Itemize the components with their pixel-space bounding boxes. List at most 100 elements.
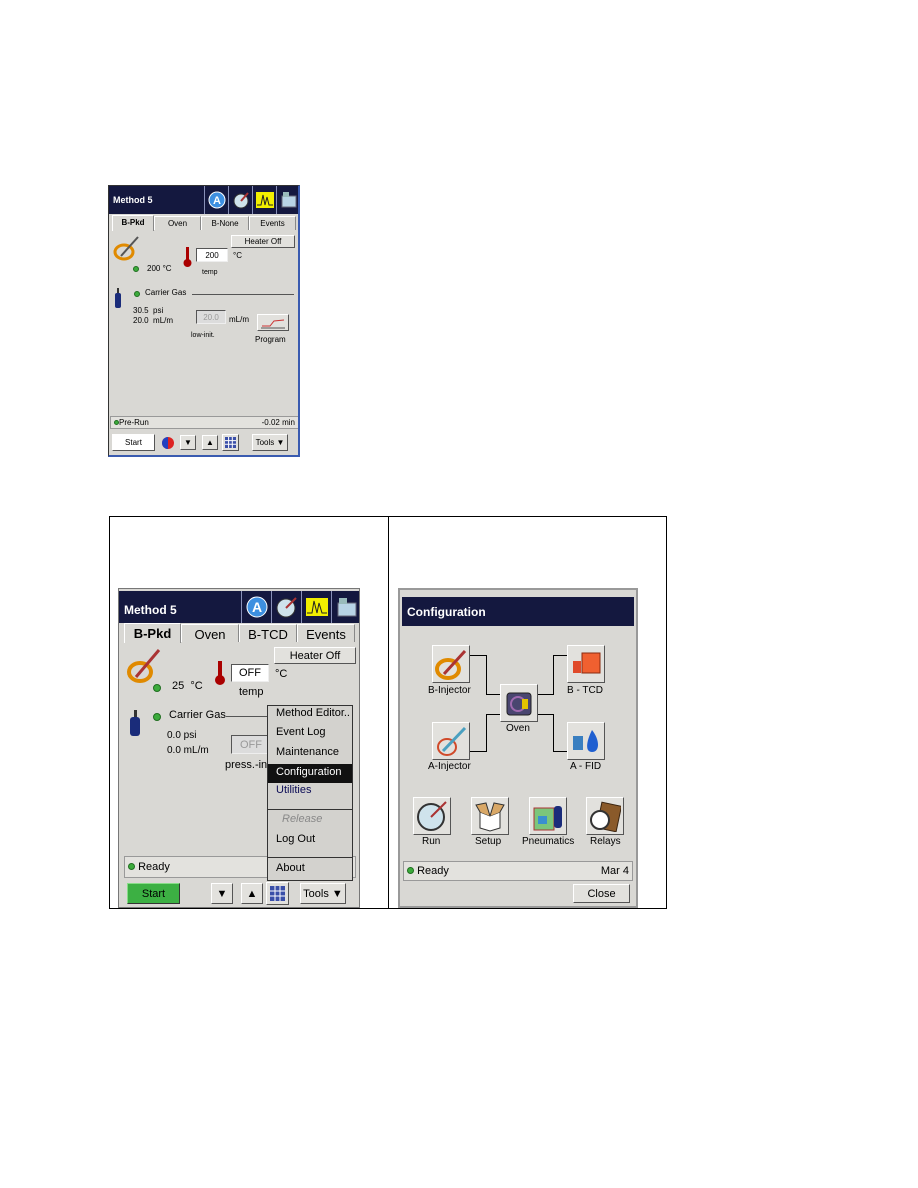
flow-setpoint-unit: mL/m xyxy=(229,315,249,324)
temp-unit: °C xyxy=(275,668,288,680)
menu-item-configuration[interactable]: Configuration xyxy=(268,764,352,783)
title-bar: Configuration xyxy=(402,597,634,626)
keypad-button[interactable] xyxy=(266,882,289,905)
pressure-setpoint-input[interactable]: OFF xyxy=(231,735,271,754)
menu-item-utilities[interactable]: Utilities xyxy=(268,784,352,796)
program-button[interactable] xyxy=(257,314,289,331)
close-button[interactable]: Close xyxy=(573,884,630,903)
gas-cylinder-icon xyxy=(115,288,121,308)
heater-off-button[interactable]: Heater Off xyxy=(274,647,356,664)
menu-item-log-out[interactable]: Log Out xyxy=(268,833,352,845)
window-title: Configuration xyxy=(407,605,486,619)
tab-b-tcd[interactable]: B-TCD xyxy=(239,624,297,642)
title-bar: Method 5 A xyxy=(109,186,298,214)
a-fid-label: A - FID xyxy=(570,761,602,772)
heater-off-button[interactable]: Heater Off xyxy=(231,235,295,248)
chromatogram-icon[interactable] xyxy=(252,186,276,214)
carrier-gas-label: Carrier Gas xyxy=(145,288,187,297)
autosampler-icon[interactable]: A xyxy=(241,591,271,623)
oven-button[interactable] xyxy=(500,684,538,722)
flow-label: low-init. xyxy=(191,332,215,339)
a-injector-label: A-Injector xyxy=(428,761,471,772)
method-screen-small: Method 5 A B-Pkd Oven B-None Events Heat… xyxy=(108,185,300,457)
a-injector-button[interactable] xyxy=(432,722,470,760)
pneumatics-label: Pneumatics xyxy=(522,836,575,847)
program-label: Program xyxy=(255,335,286,344)
carrier-gas-label: Carrier Gas xyxy=(169,709,226,721)
run-dial-icon[interactable] xyxy=(228,186,252,214)
tab-b-pkd[interactable]: B-Pkd xyxy=(124,623,181,643)
flow-readout: 0.0 mL/m xyxy=(167,745,209,756)
pressure-readout: 0.0 psi xyxy=(167,730,197,741)
tab-b-pkd[interactable]: B-Pkd xyxy=(112,215,154,231)
start-button[interactable]: Start xyxy=(127,883,180,904)
tab-b-none[interactable]: B-None xyxy=(201,216,249,230)
setup-button[interactable] xyxy=(471,797,509,835)
svg-text:A: A xyxy=(213,195,221,207)
status-led xyxy=(133,266,139,272)
status-led xyxy=(153,684,161,692)
menu-item-maintenance[interactable]: Maintenance xyxy=(268,746,352,758)
run-state: Ready xyxy=(407,865,449,877)
connector xyxy=(486,655,487,694)
temp-label: temp xyxy=(202,269,218,276)
keypad-button[interactable] xyxy=(222,434,239,451)
pneumatics-button[interactable] xyxy=(529,797,567,835)
svg-text:A: A xyxy=(251,599,261,615)
connector xyxy=(538,694,554,695)
status-led xyxy=(114,420,119,425)
instrument-icon[interactable] xyxy=(331,591,359,623)
scroll-up-button[interactable]: ▲ xyxy=(241,883,263,904)
box-icon xyxy=(475,802,505,832)
injector-icon xyxy=(113,236,139,261)
tools-menu: Method Editor.. Event Log Maintenance Co… xyxy=(267,705,353,881)
scroll-up-button[interactable]: ▲ xyxy=(202,435,218,450)
menu-item-about[interactable]: About xyxy=(268,862,352,874)
connector xyxy=(486,694,500,695)
keypad-icon xyxy=(225,437,236,448)
scroll-down-button[interactable]: ▼ xyxy=(211,883,233,904)
oven-label: Oven xyxy=(506,723,530,734)
date-readout: Mar 4 xyxy=(600,865,629,877)
scroll-down-button[interactable]: ▼ xyxy=(180,435,196,450)
a-fid-button[interactable] xyxy=(567,722,605,760)
program-graph-icon xyxy=(261,319,285,328)
table-divider xyxy=(388,516,389,909)
tab-events[interactable]: Events xyxy=(249,216,296,230)
divider xyxy=(192,294,294,295)
setup-label: Setup xyxy=(475,836,502,847)
chromatogram-icon[interactable] xyxy=(301,591,331,623)
status-led xyxy=(407,867,414,874)
b-injector-button[interactable] xyxy=(432,645,470,683)
menu-item-event-log[interactable]: Event Log xyxy=(268,726,352,738)
temp-setpoint-input[interactable]: OFF xyxy=(231,664,269,682)
thermometer-icon xyxy=(215,661,225,685)
run-dial-icon xyxy=(417,801,447,831)
connector xyxy=(553,655,554,695)
flow-readout: 20.0 mL/m xyxy=(133,316,174,325)
b-tcd-button[interactable] xyxy=(567,645,605,683)
temp-setpoint-input[interactable]: 200 xyxy=(196,248,228,262)
autosampler-icon[interactable]: A xyxy=(204,186,228,214)
start-button[interactable]: Start xyxy=(112,434,155,451)
tab-oven[interactable]: Oven xyxy=(154,216,201,230)
run-button[interactable] xyxy=(413,797,451,835)
b-injector-label: B-Injector xyxy=(428,685,471,696)
tools-button[interactable]: Tools ▼ xyxy=(300,883,346,904)
menu-separator xyxy=(268,857,352,858)
flow-setpoint-input[interactable]: 20.0 xyxy=(196,310,226,324)
tab-oven[interactable]: Oven xyxy=(181,624,239,642)
run-dial-icon[interactable] xyxy=(271,591,301,623)
color-wheel-icon[interactable] xyxy=(161,436,175,450)
pressure-label: press.-ini xyxy=(225,759,270,771)
tab-events[interactable]: Events xyxy=(297,624,355,642)
relays-button[interactable] xyxy=(586,797,624,835)
menu-item-method-editor[interactable]: Method Editor.. xyxy=(268,707,352,719)
run-state: Ready xyxy=(128,861,170,873)
b-tcd-label: B - TCD xyxy=(567,685,603,696)
temp-unit: °C xyxy=(233,251,242,260)
tools-button[interactable]: Tools ▼ xyxy=(252,434,288,451)
instrument-icon[interactable] xyxy=(276,186,298,214)
connector xyxy=(470,751,487,752)
run-label: Run xyxy=(422,836,441,847)
